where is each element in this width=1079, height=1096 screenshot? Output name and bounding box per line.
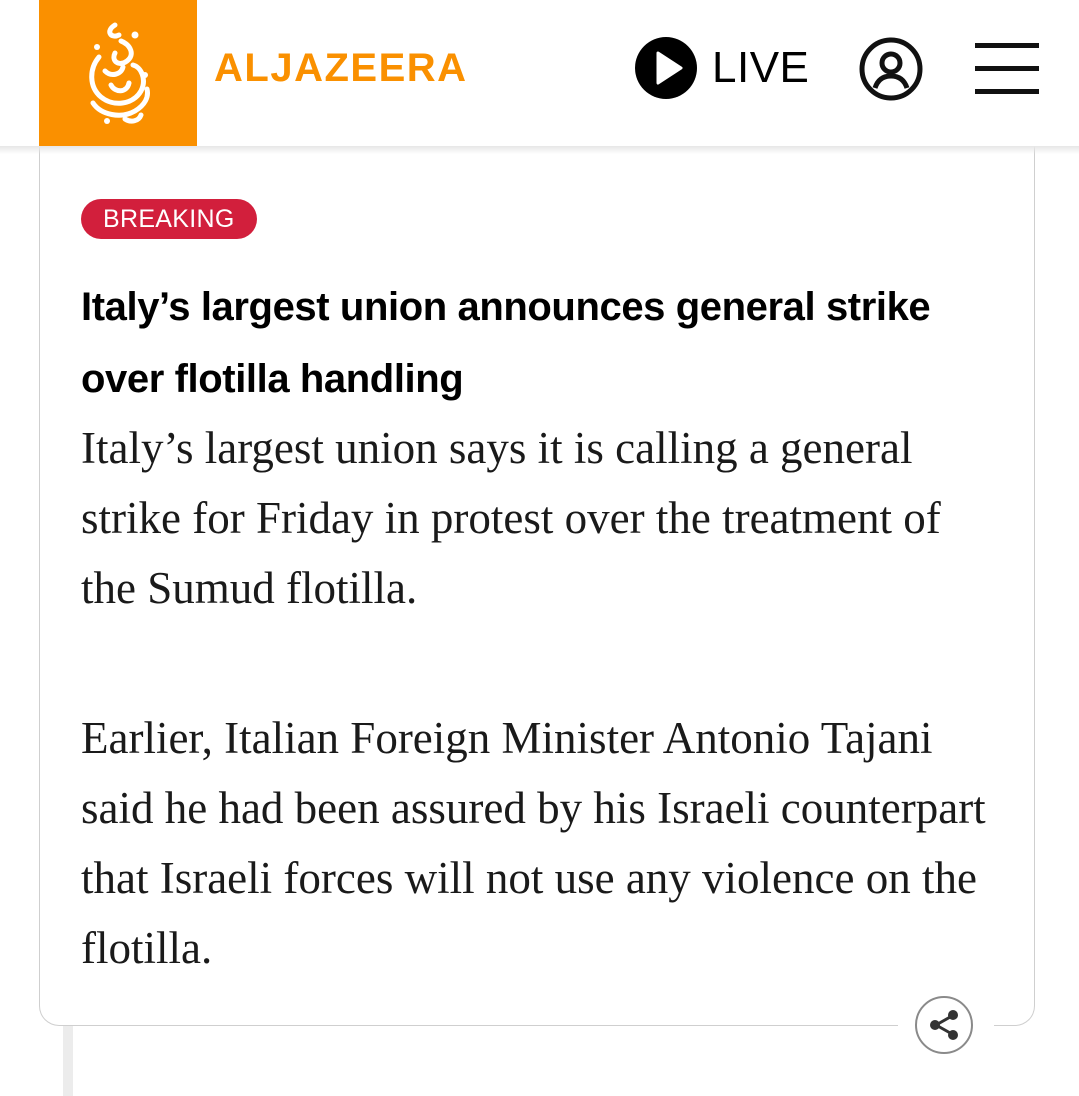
- share-icon: [930, 1010, 958, 1040]
- site-header: ALJAZEERA LIVE: [0, 0, 1079, 146]
- brand-name[interactable]: ALJAZEERA: [214, 46, 468, 90]
- live-label: LIVE: [712, 43, 810, 92]
- post-headline: Italy’s largest union announces general …: [81, 285, 931, 401]
- timeline-line: [63, 1026, 73, 1096]
- header-shadow: [0, 146, 1079, 154]
- aljazeera-logo-icon: [89, 22, 150, 124]
- post-paragraph: Italy’s largest union says it is calling…: [81, 423, 941, 613]
- share-circle: [915, 996, 973, 1054]
- live-button[interactable]: LIVE: [634, 36, 809, 100]
- play-icon: [635, 37, 697, 99]
- menu-button[interactable]: [975, 43, 1041, 97]
- aljazeera-logo[interactable]: [39, 0, 197, 146]
- post-paragraph: Earlier, Italian Foreign Minister Antoni…: [81, 713, 986, 973]
- share-button[interactable]: [898, 990, 994, 1076]
- breaking-badge: BREAKING: [81, 199, 257, 239]
- hamburger-menu-icon: [975, 43, 1039, 48]
- user-account-icon: [859, 37, 923, 101]
- account-button[interactable]: [858, 36, 924, 102]
